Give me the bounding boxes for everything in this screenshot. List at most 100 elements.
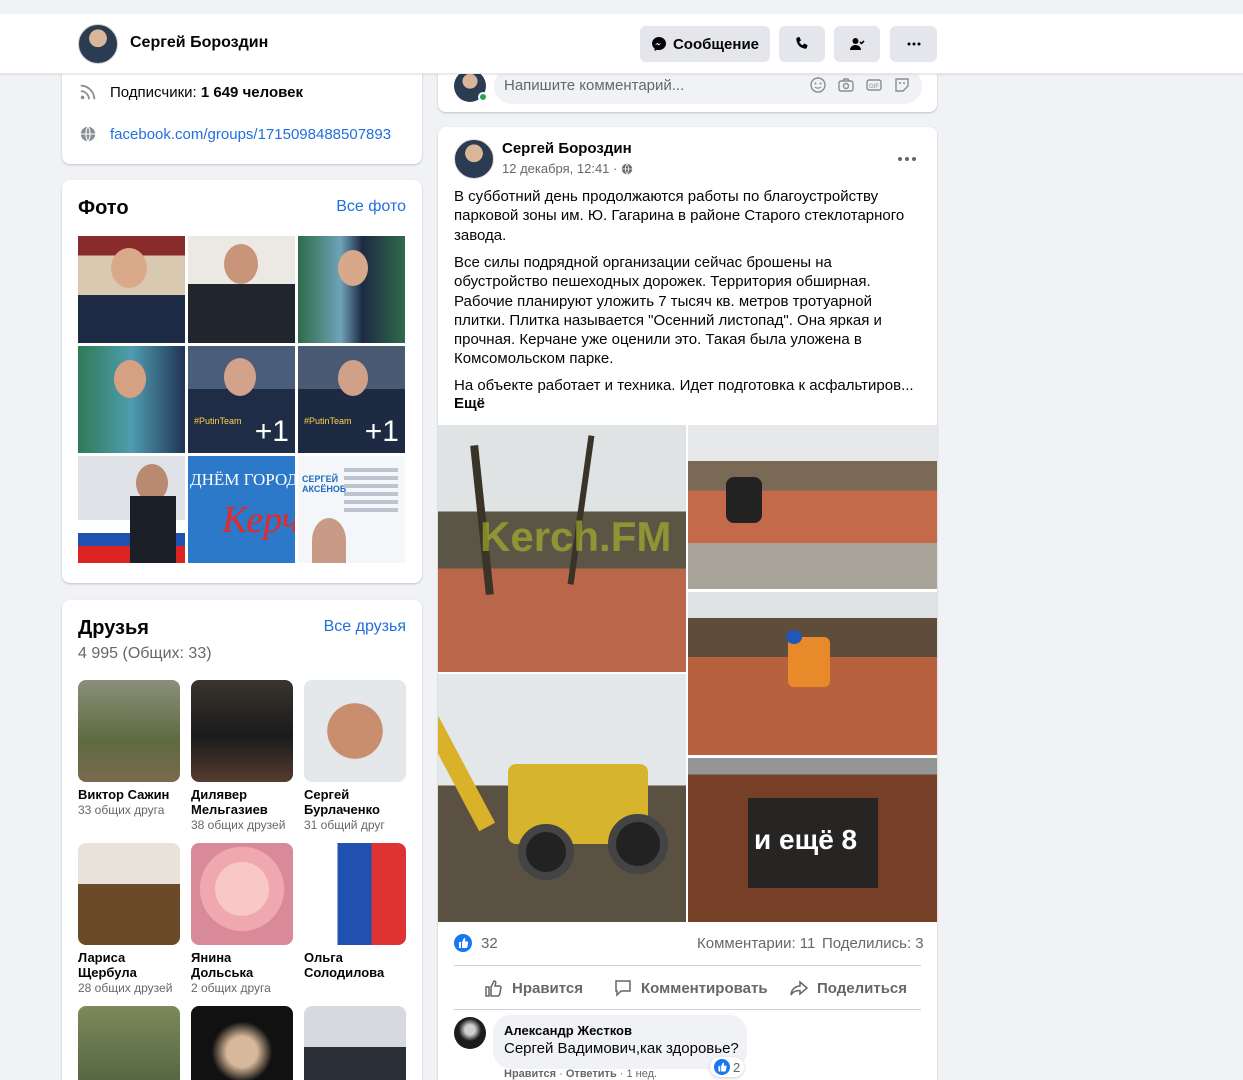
photo-thumbnail[interactable]	[188, 236, 295, 343]
like-reaction-icon	[714, 1059, 730, 1075]
shares-count[interactable]: Поделились: 3	[822, 935, 924, 952]
friends-count: 4 995 (Общих: 33)	[78, 645, 212, 662]
comments-count[interactable]: Комментарии: 11	[697, 935, 815, 952]
post-photo[interactable]: Kerch.FM	[438, 425, 686, 672]
post-date[interactable]: 12 декабря, 12:41 ·	[502, 161, 617, 176]
banner-script-text: Керч	[222, 499, 295, 541]
profile-avatar[interactable]	[78, 24, 118, 64]
friend-status-button[interactable]	[834, 26, 880, 62]
all-photos-link[interactable]: Все фото	[336, 198, 406, 216]
post-author-name[interactable]: Сергей Бороздин	[502, 140, 632, 157]
post-meta: 12 декабря, 12:41 ·	[502, 161, 633, 176]
post-photo[interactable]	[688, 592, 937, 755]
post-paragraph-3: На объекте работает и техника. Идет подг…	[454, 377, 914, 394]
profile-name[interactable]: Сергей Бороздин	[130, 34, 268, 52]
like-button[interactable]: Нравится	[484, 970, 583, 1006]
share-button[interactable]: Поделиться	[789, 970, 907, 1006]
post-photo[interactable]	[688, 425, 937, 589]
friend-item[interactable]: Лариса Щербула 28 общих друзей	[78, 843, 180, 996]
friend-photo[interactable]	[78, 843, 180, 945]
phone-icon	[796, 37, 808, 49]
friend-name[interactable]: Ольга Солодилова	[304, 950, 406, 980]
post-author-avatar[interactable]	[454, 139, 494, 179]
post-photo-more[interactable]: и ещё 8	[688, 758, 937, 922]
comment-reply-link[interactable]: Ответить	[566, 1068, 617, 1080]
friend-photo[interactable]	[78, 680, 180, 782]
likes-count: 32	[481, 934, 498, 952]
photos-title: Фото	[78, 197, 129, 219]
friend-item[interactable]: Ольга Солодилова	[304, 843, 406, 996]
all-friends-link[interactable]: Все друзья	[324, 618, 406, 636]
more-options-button[interactable]	[890, 26, 937, 62]
comment-placeholder: Напишите комментарий...	[504, 77, 685, 94]
friend-photo[interactable]	[304, 680, 406, 782]
putin-team-tag: #PutinTeam	[194, 416, 242, 426]
friend-item[interactable]	[191, 1006, 293, 1080]
comment-button[interactable]: Комментировать	[613, 970, 768, 1006]
post-photo[interactable]	[438, 674, 686, 922]
friend-photo[interactable]	[191, 1006, 293, 1080]
commenter-avatar[interactable]	[454, 1017, 486, 1049]
comment-time[interactable]: 1 нед.	[627, 1068, 658, 1080]
friend-item[interactable]	[304, 1006, 406, 1080]
thumbs-up-icon	[485, 980, 502, 997]
photo-thumbnail[interactable]	[78, 456, 185, 563]
commenter-name[interactable]: Александр Жестков	[504, 1023, 632, 1038]
friend-photo[interactable]	[191, 843, 293, 945]
post-options-icon[interactable]	[897, 149, 917, 167]
followers-row: Подписчики: 1 649 человек	[78, 82, 303, 102]
call-button[interactable]	[779, 26, 825, 62]
comment-bubble-icon	[615, 980, 631, 997]
photo-thumbnail[interactable]	[298, 236, 405, 343]
friend-mutual: 38 общих друзей	[191, 818, 286, 832]
photo-thumbnail[interactable]: СЕРГЕЙ АКСЁНОВ	[298, 456, 405, 563]
friend-name[interactable]: Сергей Бурлаченко	[304, 787, 406, 817]
friend-item[interactable]	[78, 1006, 180, 1080]
rss-icon	[78, 82, 98, 102]
friend-name[interactable]: Дилявер Мельгазиев	[191, 787, 293, 817]
friend-item[interactable]: Виктор Сажин 33 общих друга	[78, 680, 180, 833]
friend-item[interactable]: Янина Дольська 2 общих друга	[191, 843, 293, 996]
friend-mutual: 33 общих друга	[78, 803, 165, 817]
photo-thumbnail[interactable]: #PutinTeam +1	[188, 346, 295, 453]
friend-check-icon	[850, 38, 865, 50]
friend-photo[interactable]	[304, 843, 406, 945]
friend-mutual: 2 общих друга	[191, 981, 271, 995]
see-more-link[interactable]: Ещё	[454, 395, 485, 412]
followers-value: 1 649 человек	[200, 83, 303, 101]
public-globe-icon	[622, 163, 633, 174]
friend-name[interactable]: Виктор Сажин	[78, 787, 180, 802]
followers-label: Подписчики:	[110, 83, 197, 101]
comment-text: Сергей Вадимович,как здоровье?	[504, 1040, 739, 1057]
friend-name[interactable]: Янина Дольська	[191, 950, 293, 980]
more-photos-overlay: и ещё 8	[754, 824, 858, 855]
emoji-icon[interactable]	[810, 77, 826, 98]
friend-mutual: 31 общий друг	[304, 818, 385, 832]
divider	[454, 965, 921, 966]
comment-reactions[interactable]: 2	[710, 1057, 745, 1077]
friend-photo[interactable]	[191, 680, 293, 782]
photo-thumbnail[interactable]: ДНЁМ ГОРОД Керч	[188, 456, 295, 563]
friends-title: Друзья	[78, 617, 149, 639]
message-button[interactable]: Сообщение	[640, 26, 770, 62]
top-strip	[0, 0, 1243, 14]
divider	[454, 1009, 921, 1010]
photo-thumbnail[interactable]: #PutinTeam +1	[298, 346, 405, 453]
friend-photo[interactable]	[78, 1006, 180, 1080]
gif-icon[interactable]: GIF	[866, 77, 882, 98]
friend-name[interactable]: Лариса Щербула	[78, 950, 180, 980]
share-arrow-icon	[790, 980, 809, 996]
comment-like-link[interactable]: Нравится	[504, 1068, 556, 1080]
messenger-icon	[651, 37, 666, 51]
group-link[interactable]: facebook.com/groups/1715098488507893	[110, 126, 391, 143]
camera-icon[interactable]	[838, 77, 854, 98]
sticker-icon[interactable]	[894, 77, 910, 98]
friend-mutual: 28 общих друзей	[78, 981, 173, 995]
friends-card: Друзья Все друзья 4 995 (Общих: 33) Викт…	[62, 600, 422, 1080]
photo-thumbnail[interactable]	[78, 236, 185, 343]
reactions-summary[interactable]: 32	[454, 934, 498, 952]
photo-thumbnail[interactable]	[78, 346, 185, 453]
friend-item[interactable]: Дилявер Мельгазиев 38 общих друзей	[191, 680, 293, 833]
friend-photo[interactable]	[304, 1006, 406, 1080]
friend-item[interactable]: Сергей Бурлаченко 31 общий друг	[304, 680, 406, 833]
